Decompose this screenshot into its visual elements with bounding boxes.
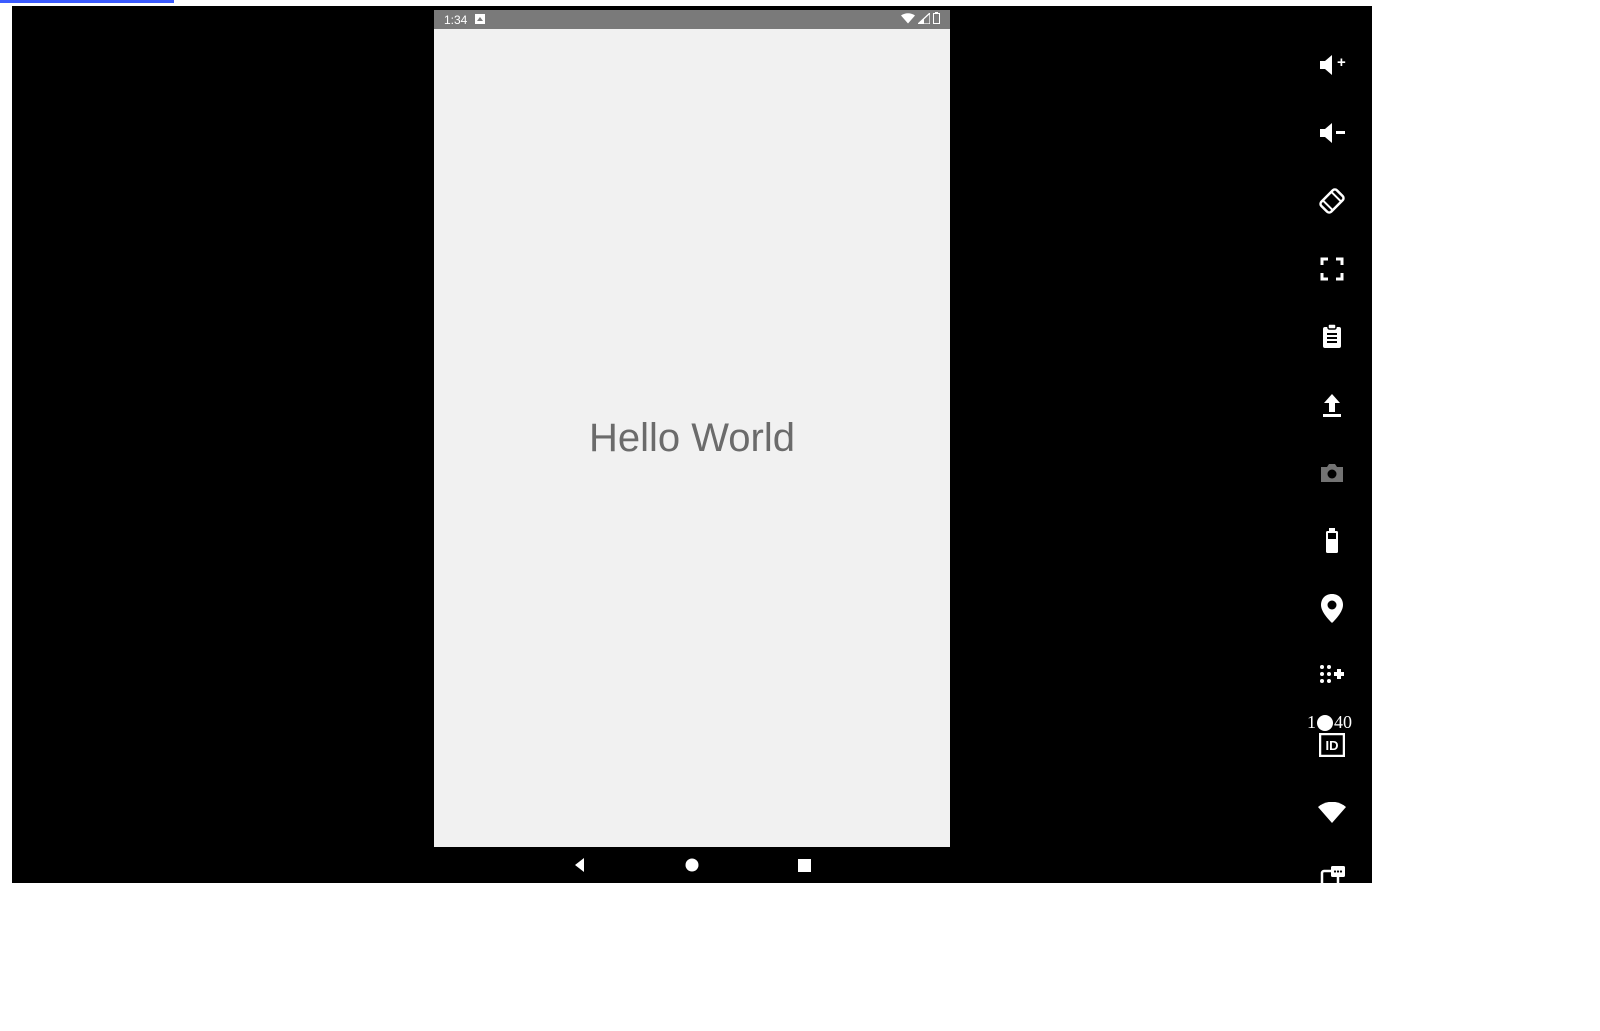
- status-time: 1:34: [444, 13, 467, 27]
- debug-icon: [475, 13, 485, 27]
- nav-home-button[interactable]: [683, 856, 701, 874]
- nav-back-button[interactable]: [571, 856, 589, 874]
- rotate-button[interactable]: [1317, 186, 1347, 216]
- slide-disc-icon: [1317, 715, 1333, 731]
- svg-text:+: +: [1337, 54, 1346, 71]
- upload-button[interactable]: [1317, 390, 1347, 420]
- android-nav-bar: [434, 847, 950, 883]
- slide-number-b: 40: [1334, 712, 1352, 733]
- svg-text:ID: ID: [1326, 738, 1339, 753]
- status-right-group: [901, 12, 940, 27]
- loading-progress-bar: [0, 0, 174, 3]
- android-status-bar: 1:34: [434, 10, 950, 29]
- clipboard-button[interactable]: [1317, 322, 1347, 352]
- device-frame: 1:34 Hello World: [434, 10, 950, 883]
- wifi-button[interactable]: [1317, 798, 1347, 828]
- emulator-control-sidebar: + ID: [1310, 50, 1354, 896]
- volume-down-button[interactable]: [1317, 118, 1347, 148]
- nav-recents-button[interactable]: [795, 856, 813, 874]
- fullscreen-button[interactable]: [1317, 254, 1347, 284]
- battery-button[interactable]: [1317, 526, 1347, 556]
- more-controls-button[interactable]: [1317, 662, 1347, 692]
- status-left-group: 1:34: [444, 13, 485, 27]
- signal-icon: [918, 13, 930, 27]
- volume-up-button[interactable]: +: [1317, 50, 1347, 80]
- app-screen: Hello World: [434, 29, 950, 847]
- bottom-whitespace: [0, 883, 1600, 1031]
- wifi-icon: [901, 13, 915, 27]
- battery-icon: [933, 12, 940, 27]
- slide-counter: 1 40: [1307, 712, 1352, 733]
- id-button[interactable]: ID: [1317, 730, 1347, 760]
- hello-world-text: Hello World: [589, 416, 795, 461]
- location-button[interactable]: [1317, 594, 1347, 624]
- slide-number-a: 1: [1307, 712, 1316, 733]
- camera-button[interactable]: [1317, 458, 1347, 488]
- sms-button[interactable]: [1317, 866, 1347, 896]
- emulator-viewport: 1:34 Hello World: [12, 6, 1372, 883]
